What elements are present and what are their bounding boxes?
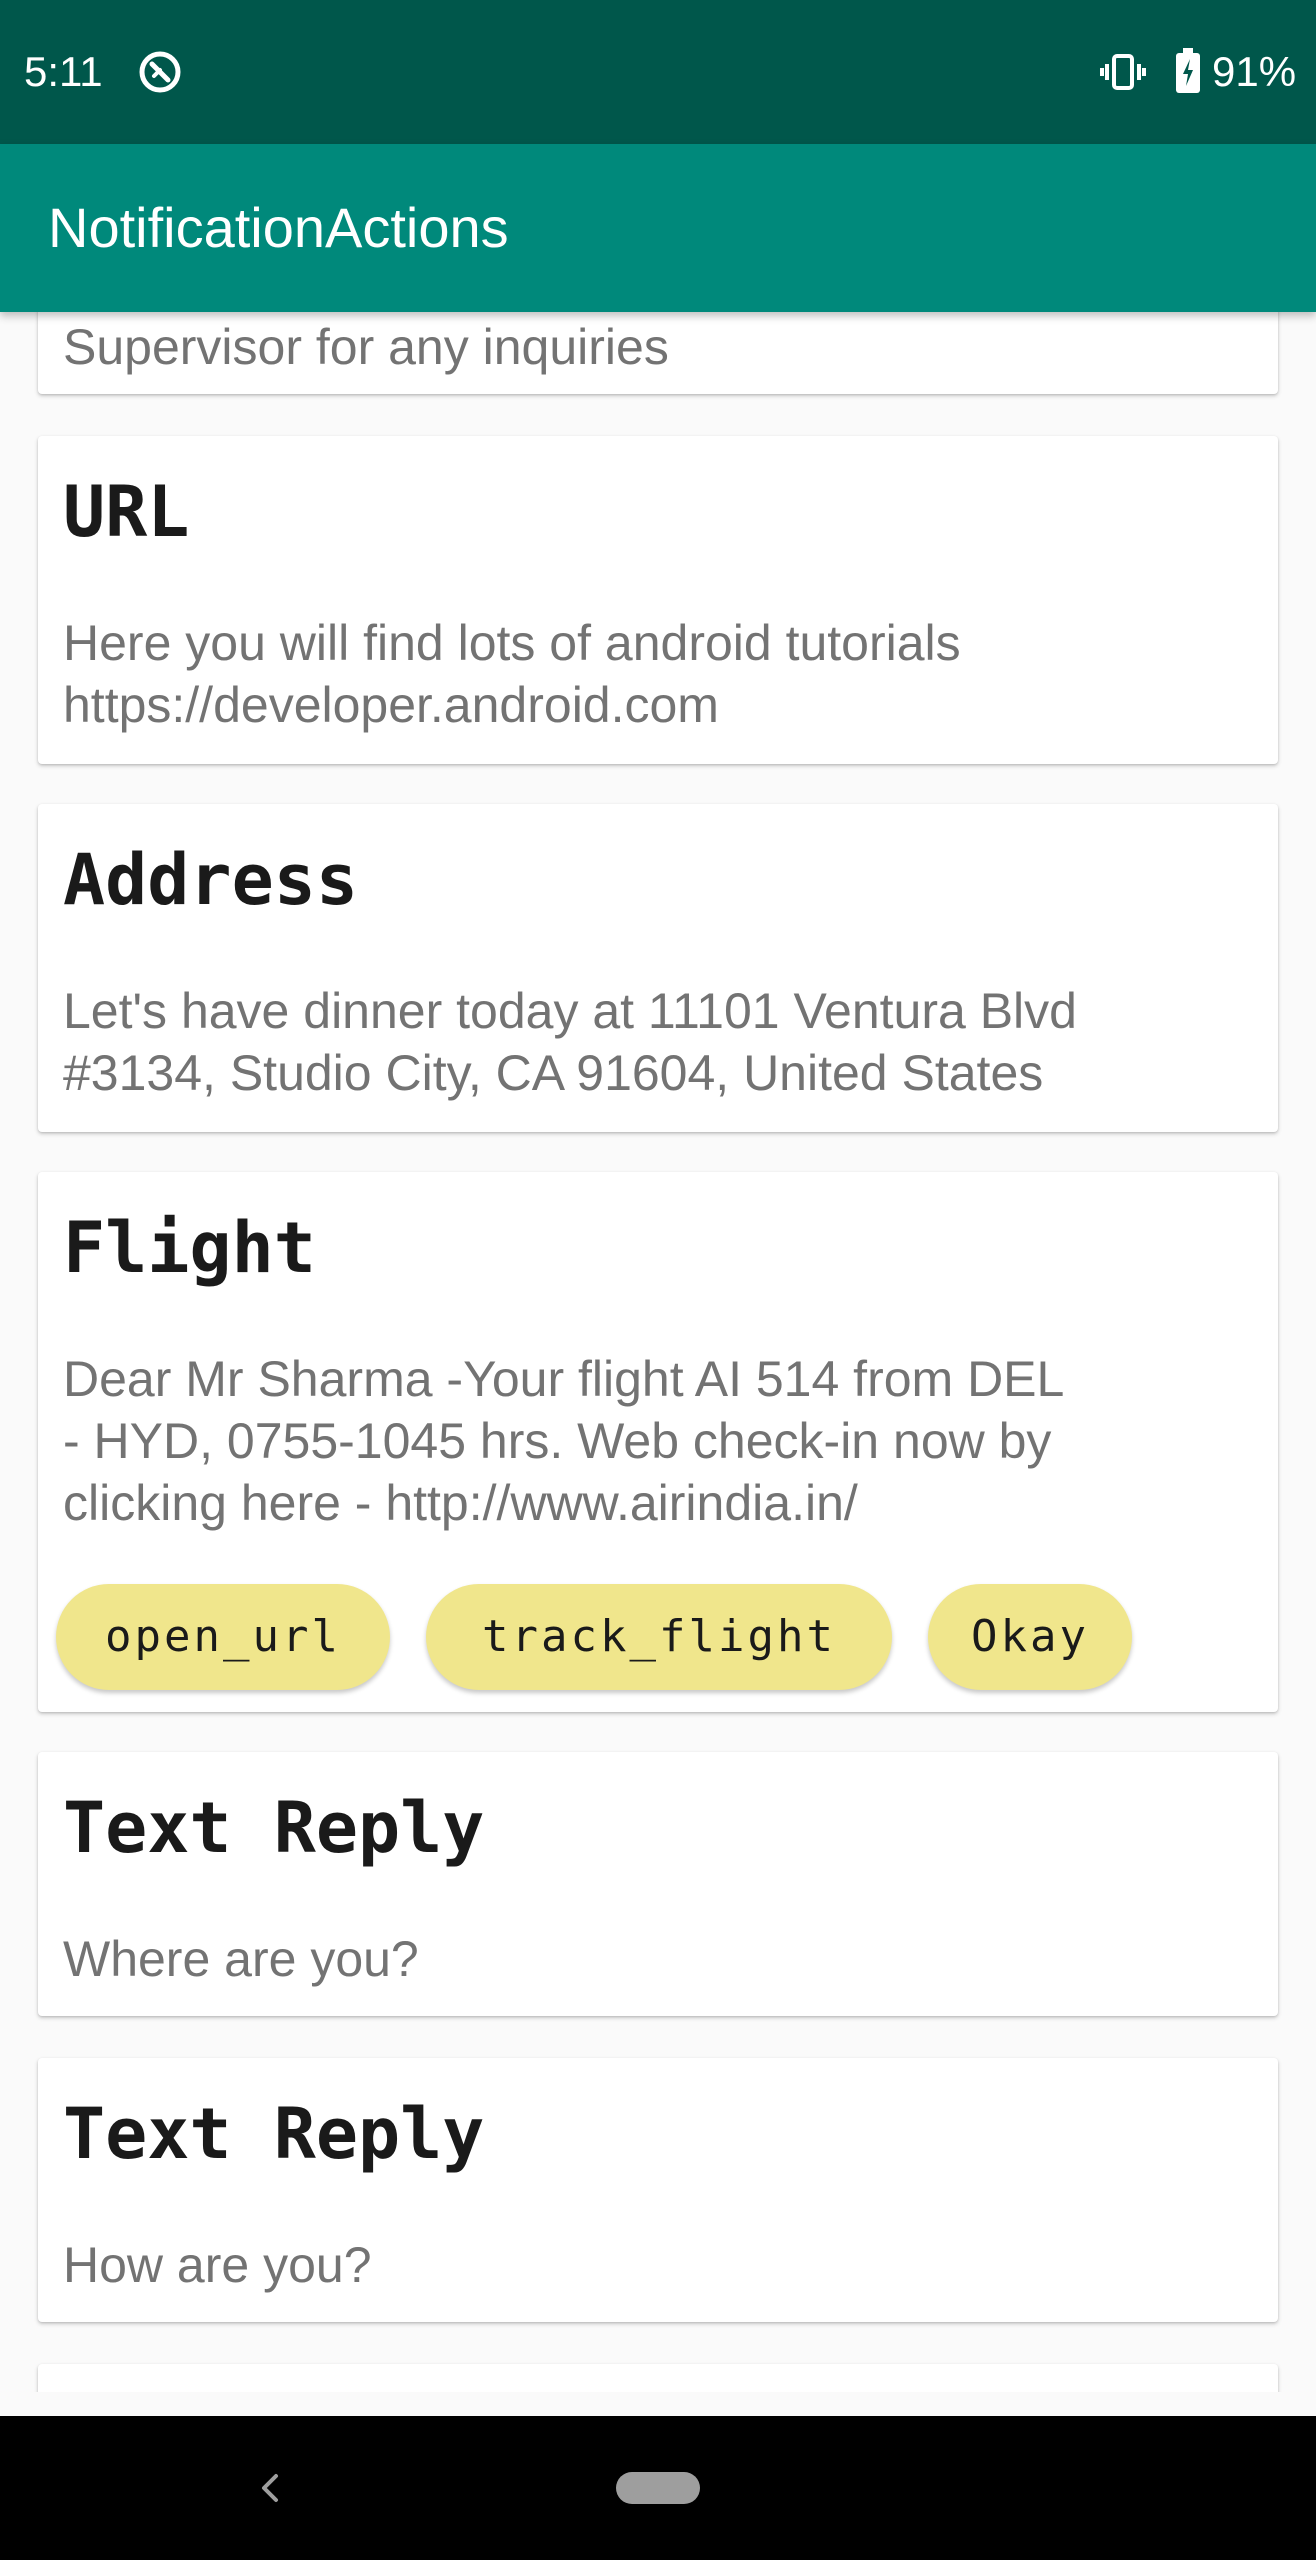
battery-charging-icon [1176,48,1200,93]
card-title: Text Reply [63,2093,485,2175]
vibrate-icon [1100,54,1146,90]
card-body: How are you? [63,2237,372,2293]
okay-button[interactable]: Okay [928,1584,1132,1690]
track-flight-button[interactable]: track_flight [426,1584,892,1690]
open-url-button[interactable]: open_url [56,1584,390,1690]
notification-card[interactable] [38,2364,1278,2392]
notification-card-text-reply[interactable]: Text Reply Where are you? [38,1752,1278,2016]
card-title: Text Reply [63,1787,485,1869]
card-body: Here you will find lots of android tutor… [63,615,961,733]
app-title: NotificationActions [48,196,509,259]
card-body: Where are you? [63,1931,419,1987]
notification-card-flight[interactable]: Flight Dear Mr Sharma -Your flight AI 51… [38,1172,1278,1712]
home-pill-icon[interactable] [616,2472,700,2504]
notification-card-url[interactable]: URL Here you will find lots of android t… [38,436,1278,764]
card-title: URL [63,471,190,553]
status-time: 5:11 [24,48,103,95]
app-bar: NotificationActions [0,144,1316,312]
notification-card-address[interactable]: Address Let's have dinner today at 11101… [38,804,1278,1132]
card-body: Dear Mr Sharma -Your flight AI 514 from … [63,1351,1065,1531]
notification-card[interactable]: Supervisor for any inquiries [38,312,1278,394]
card-body: Supervisor for any inquiries [63,319,669,375]
navigation-bar [0,2416,1316,2560]
notification-card-text-reply[interactable]: Text Reply How are you? [38,2058,1278,2322]
back-icon[interactable] [246,2462,294,2514]
card-title: Address [63,839,359,921]
card-body: Let's have dinner today at 11101 Ventura… [63,983,1077,1101]
card-title: Flight [63,1207,316,1289]
status-bar: 5:11 91% [0,0,1316,144]
app-notification-icon [139,51,181,93]
notification-list[interactable]: Supervisor for any inquiries URL Here yo… [0,312,1316,2392]
battery-percentage: 91% [1212,48,1297,95]
